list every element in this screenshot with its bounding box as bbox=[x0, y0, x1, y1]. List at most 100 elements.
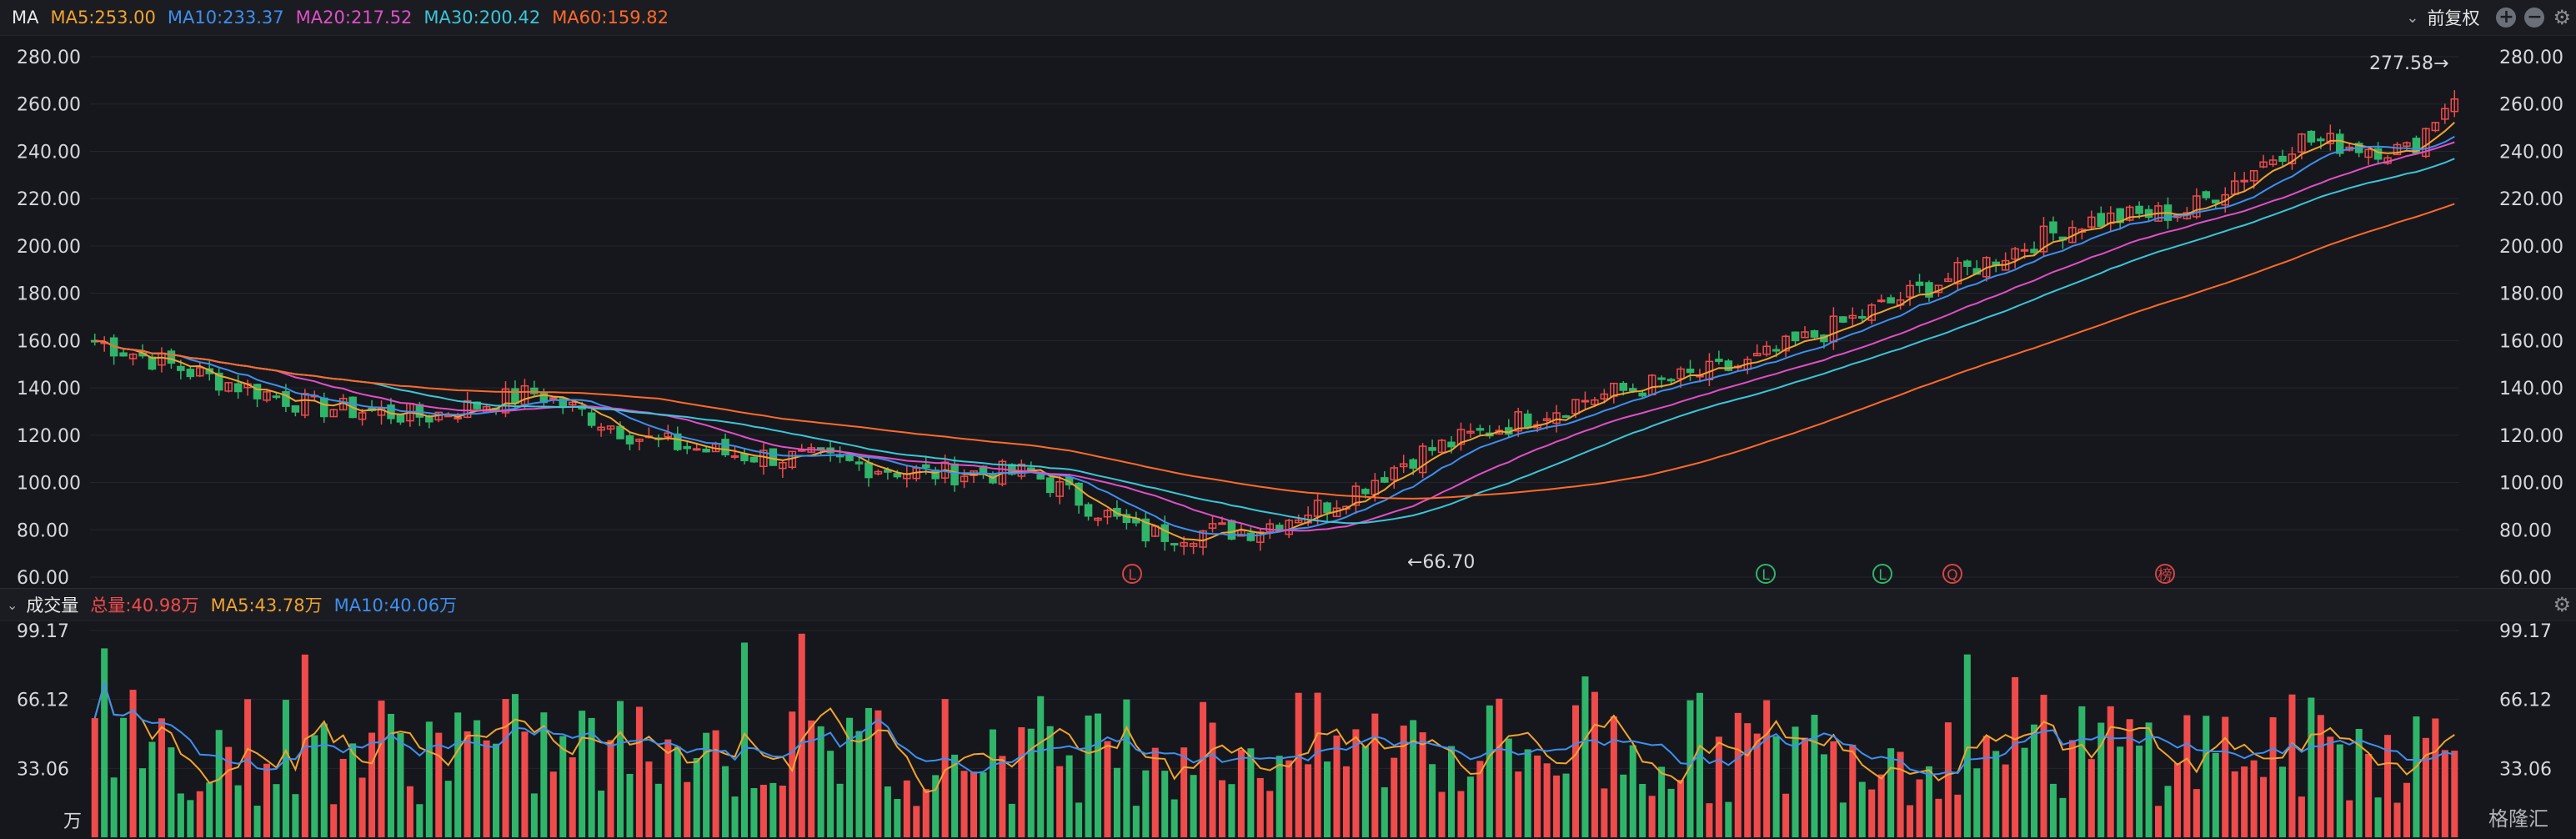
candle-body bbox=[1839, 316, 1847, 323]
candle-body bbox=[1686, 368, 1695, 374]
volume-bar bbox=[1648, 796, 1656, 837]
volume-bar bbox=[1763, 700, 1771, 837]
volume-bar bbox=[1505, 738, 1512, 837]
y-tick-left: 120.00 bbox=[17, 426, 81, 447]
volume-bar bbox=[292, 794, 299, 837]
volume-bar bbox=[330, 804, 338, 837]
vol-y-tick-left: 33.06 bbox=[17, 759, 69, 780]
volume-bar bbox=[1371, 713, 1379, 837]
candle-body bbox=[721, 439, 729, 456]
volume-bar bbox=[339, 758, 347, 837]
volume-bar bbox=[2327, 736, 2334, 837]
volume-bar bbox=[1361, 746, 1369, 837]
candle-body bbox=[119, 352, 128, 357]
candle-body bbox=[2202, 191, 2211, 198]
volume-bar bbox=[1935, 798, 1942, 837]
volume-bar bbox=[1811, 715, 1818, 837]
candle-body bbox=[2317, 138, 2325, 142]
volume-bar bbox=[1907, 805, 1914, 837]
volume-bar bbox=[1916, 779, 1923, 837]
plus-circle-icon[interactable]: + bbox=[2496, 8, 2517, 28]
volume-bar bbox=[913, 806, 920, 837]
volume-bar bbox=[1839, 802, 1847, 837]
volume-bar bbox=[1877, 774, 1885, 837]
volume-bar bbox=[1715, 736, 1722, 837]
volume-bar bbox=[654, 783, 662, 837]
candle-body bbox=[1772, 349, 1781, 352]
volume-bar bbox=[2049, 783, 2057, 837]
volume-bar bbox=[1094, 713, 1102, 837]
volume-bar bbox=[1744, 723, 1752, 837]
y-tick-left: 260.00 bbox=[17, 95, 81, 116]
volume-bar bbox=[1285, 760, 1293, 837]
volume-bar bbox=[2451, 751, 2458, 837]
volume-bar bbox=[1982, 736, 1990, 837]
minus-circle-icon[interactable]: − bbox=[2524, 8, 2545, 28]
volume-bar bbox=[645, 761, 653, 837]
volume-bar bbox=[2107, 706, 2114, 837]
volume-bar bbox=[789, 711, 796, 837]
candle-body bbox=[2212, 199, 2220, 203]
candle-body bbox=[1561, 414, 1571, 418]
y-tick-right: 100.00 bbox=[2499, 474, 2563, 495]
candle-body bbox=[1628, 388, 1637, 392]
volume-bar bbox=[1830, 741, 1837, 837]
vol-unit-label: 万 bbox=[63, 811, 82, 832]
event-marker-label: L bbox=[1762, 567, 1770, 584]
volume-bar bbox=[1381, 787, 1388, 837]
candle-body bbox=[2097, 213, 2106, 227]
y-tick-right: 180.00 bbox=[2499, 284, 2563, 305]
volume-bar bbox=[635, 706, 643, 837]
volume-bar bbox=[779, 785, 786, 837]
volume-bar bbox=[1200, 701, 1207, 837]
volume-bar bbox=[483, 740, 490, 837]
candle-body bbox=[291, 404, 300, 413]
volume-bar bbox=[2145, 722, 2153, 837]
volume-bar bbox=[1438, 791, 1446, 837]
volume-bar bbox=[1027, 728, 1035, 837]
gear-icon[interactable]: ⚙ bbox=[2553, 6, 2571, 29]
candle-body bbox=[1036, 474, 1045, 480]
volume-bar bbox=[1085, 715, 1092, 837]
volume-bar bbox=[549, 771, 557, 837]
candle-body bbox=[865, 462, 873, 479]
volume-bar bbox=[989, 729, 996, 837]
y-tick-left: 160.00 bbox=[17, 331, 81, 352]
volume-bar bbox=[1973, 768, 1981, 837]
volume-bar bbox=[2269, 717, 2277, 837]
volume-bar bbox=[569, 757, 576, 837]
volume-bar bbox=[1104, 741, 1111, 837]
volume-bar bbox=[1792, 726, 1799, 837]
volume-bar bbox=[2193, 789, 2200, 837]
candle-body bbox=[1476, 428, 1485, 431]
volume-bar bbox=[168, 747, 175, 837]
collapse-chevron-icon[interactable]: ⌄ bbox=[7, 597, 18, 613]
volume-gear-icon[interactable]: ⚙ bbox=[2553, 593, 2571, 616]
volume-bar bbox=[349, 743, 357, 837]
volume-bar bbox=[2087, 759, 2095, 837]
volume-bar bbox=[1696, 692, 1703, 837]
candle-body bbox=[1877, 299, 1886, 303]
volume-bar bbox=[759, 785, 767, 837]
volume-bar bbox=[1161, 771, 1169, 837]
candle-body bbox=[1523, 413, 1532, 429]
ma10-line bbox=[94, 135, 2455, 537]
volume-bar bbox=[1037, 696, 1045, 837]
volume-bar bbox=[626, 773, 634, 837]
chevron-down-icon[interactable]: ⌄ bbox=[2406, 9, 2418, 27]
volume-bar bbox=[1725, 801, 1732, 837]
volume-bar bbox=[827, 751, 834, 837]
ma60-label: MA60:159.82 bbox=[552, 8, 669, 28]
volume-bar bbox=[435, 732, 443, 837]
volume-bar bbox=[1447, 746, 1456, 837]
y-tick-right: 140.00 bbox=[2499, 379, 2563, 399]
adjust-dropdown[interactable]: 前复权 bbox=[2427, 5, 2479, 30]
volume-bar bbox=[1734, 712, 1742, 837]
volume-bar bbox=[1581, 676, 1589, 837]
volume-bar bbox=[2346, 800, 2353, 837]
candle-body bbox=[1915, 281, 1924, 286]
candle-body bbox=[1581, 399, 1590, 403]
candle-body bbox=[1657, 377, 1666, 380]
volume-bar bbox=[1410, 720, 1417, 837]
indicator-label[interactable]: MA bbox=[12, 8, 38, 28]
